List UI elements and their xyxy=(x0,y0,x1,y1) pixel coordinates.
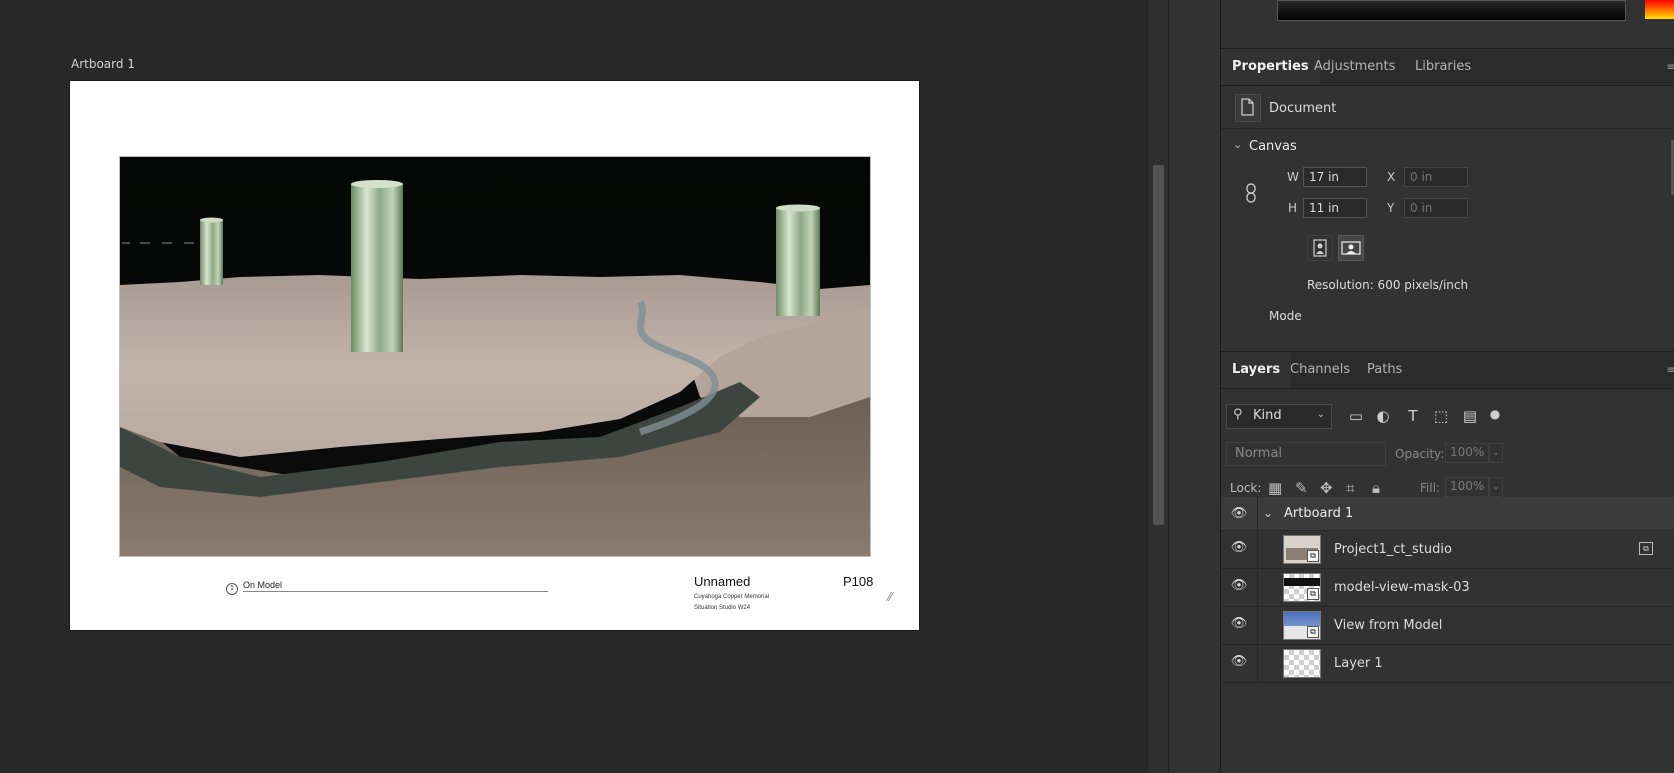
divider xyxy=(1257,645,1258,682)
landscape-orientation-button[interactable] xyxy=(1338,235,1364,261)
eye-icon[interactable]: 👁︎ xyxy=(1230,617,1248,631)
layer-row[interactable]: 👁︎ ⧉ Project1_ct_studio ⧉ xyxy=(1221,531,1674,569)
height-field[interactable] xyxy=(1303,198,1367,218)
panel-gutter xyxy=(1168,0,1221,773)
y-field[interactable] xyxy=(1404,198,1468,218)
layer-filter-row: ⚲ Kind ⌄ ▭ ◐ T ⬚ ▤ ● xyxy=(1221,404,1674,434)
chevron-down-icon: ⌄ xyxy=(1316,409,1325,420)
layer-thumbnail[interactable] xyxy=(1283,649,1321,678)
adjustment-layer-filter-icon[interactable]: ◐ xyxy=(1373,407,1393,425)
width-label: W xyxy=(1287,170,1299,184)
height-label: H xyxy=(1288,201,1298,215)
filter-kind-select[interactable]: ⚲ Kind ⌄ xyxy=(1226,404,1332,429)
mode-label: Mode xyxy=(1269,309,1302,323)
chevron-down-icon[interactable]: ⌄ xyxy=(1233,138,1242,151)
width-field[interactable] xyxy=(1303,167,1367,187)
divider xyxy=(1257,531,1258,568)
layer-row[interactable]: 👁︎ Layer 1 xyxy=(1221,645,1674,683)
canvas-section-heading[interactable]: Canvas xyxy=(1249,139,1297,154)
search-icon: ⚲ xyxy=(1233,407,1243,422)
smart-object-icon: ⧉ xyxy=(1307,550,1319,562)
tab-channels[interactable]: Channels xyxy=(1279,352,1361,388)
x-field[interactable] xyxy=(1404,167,1468,187)
smart-object-icon: ⧉ xyxy=(1307,588,1319,600)
blend-mode-select[interactable]: Normal xyxy=(1226,442,1386,466)
layer-thumbnail[interactable]: ⧉ xyxy=(1283,611,1321,640)
eye-icon[interactable]: 👁︎ xyxy=(1230,507,1248,521)
chevron-down-icon[interactable]: ⌄ xyxy=(1489,443,1503,463)
layer-name[interactable]: View from Model xyxy=(1334,618,1442,633)
lock-label: Lock: xyxy=(1230,481,1262,495)
eye-icon[interactable]: 👁︎ xyxy=(1230,579,1248,593)
smart-object-filter-icon[interactable]: ▤ xyxy=(1460,407,1480,425)
document-icon xyxy=(1235,94,1261,122)
view-title-label: On Model xyxy=(243,580,283,590)
project-name: Cuyahoga Copper Memorial xyxy=(694,594,770,600)
layer-name[interactable]: Project1_ct_studio xyxy=(1334,542,1452,557)
tab-libraries[interactable]: Libraries xyxy=(1404,49,1482,85)
blend-row: Normal Opacity: 100% ⌄ xyxy=(1221,442,1674,468)
chevron-down-icon[interactable]: ⌄ xyxy=(1489,477,1503,497)
y-label: Y xyxy=(1387,201,1395,215)
layer-thumbnail[interactable]: ⧉ xyxy=(1283,573,1321,602)
eye-icon[interactable]: 👁︎ xyxy=(1230,541,1248,555)
layer-row[interactable]: 👁︎ ⧉ model-view-mask-03 xyxy=(1221,569,1674,607)
tab-adjustments[interactable]: Adjustments xyxy=(1303,49,1406,85)
properties-tabbar: Properties Adjustments Libraries ≡ xyxy=(1221,48,1674,86)
fill-label: Fill: xyxy=(1420,481,1441,495)
lock-all-icon[interactable]: 🔒︎ xyxy=(1372,479,1380,497)
layer-name[interactable]: Layer 1 xyxy=(1334,656,1383,671)
lock-pixels-icon[interactable]: ✎ xyxy=(1295,479,1308,497)
shape-layer-filter-icon[interactable]: ⬚ xyxy=(1431,407,1451,425)
document-canvas[interactable]: Artboard 1 1 On Model Unnamed P108 Cuyah… xyxy=(0,0,1147,773)
model-render-image xyxy=(119,156,871,557)
panel-menu-icon[interactable]: ≡ xyxy=(1667,62,1674,73)
properties-document-row: Document xyxy=(1221,88,1674,129)
eye-icon[interactable]: 👁︎ xyxy=(1230,655,1248,669)
type-layer-filter-icon[interactable]: T xyxy=(1403,407,1423,425)
filter-kind-value: Kind xyxy=(1253,408,1282,423)
smart-object-icon: ⧉ xyxy=(1307,626,1319,638)
layer-row[interactable]: 👁︎ ⧉ View from Model xyxy=(1221,607,1674,645)
link-dimensions-icon[interactable] xyxy=(1244,183,1258,203)
layer-name[interactable]: model-view-mask-03 xyxy=(1334,580,1470,595)
layer-thumbnail[interactable]: ⧉ xyxy=(1283,535,1321,564)
color-picker-field[interactable] xyxy=(1277,0,1626,21)
divider xyxy=(1257,569,1258,606)
layer-group-artboard[interactable]: 👁︎ ⌄ Artboard 1 xyxy=(1221,497,1674,531)
tab-paths[interactable]: Paths xyxy=(1356,352,1413,388)
opacity-label: Opacity: xyxy=(1395,447,1445,461)
artboard-label[interactable]: Artboard 1 xyxy=(71,57,135,71)
lock-position-icon[interactable]: ✥ xyxy=(1320,479,1333,497)
divider xyxy=(1257,607,1258,644)
layers-tabbar: Layers Channels Paths ≡ xyxy=(1221,351,1674,389)
layers-menu-icon[interactable]: ≡ xyxy=(1667,365,1674,376)
document-label: Document xyxy=(1269,101,1337,116)
hue-slider[interactable] xyxy=(1645,0,1674,19)
sheet-number: P108 xyxy=(843,574,874,589)
layer-name[interactable]: Artboard 1 xyxy=(1284,506,1353,521)
chevron-down-icon[interactable]: ⌄ xyxy=(1263,506,1273,520)
right-panel: Properties Adjustments Libraries ≡ Docum… xyxy=(1220,0,1674,773)
resolution-text: Resolution: 600 pixels/inch xyxy=(1307,278,1469,292)
divider xyxy=(1257,497,1258,530)
linked-artboard-icon[interactable]: ⧉ xyxy=(1639,542,1653,555)
portrait-orientation-button[interactable] xyxy=(1307,235,1333,261)
fill-field[interactable]: 100% xyxy=(1445,477,1489,497)
studio-name: Situation Studio W24 xyxy=(694,605,751,611)
view-number-circle: 1 xyxy=(226,583,238,595)
canvas-vertical-scrollbar[interactable] xyxy=(1147,0,1169,773)
filter-toggle-icon[interactable]: ● xyxy=(1485,407,1505,421)
scrollbar-thumb[interactable] xyxy=(1153,165,1164,525)
x-label: X xyxy=(1387,170,1396,184)
view-title-underline xyxy=(243,591,548,592)
pixel-layer-filter-icon[interactable]: ▭ xyxy=(1346,407,1366,425)
lock-artboard-icon[interactable]: ⌗ xyxy=(1346,479,1354,497)
signature-mark: ⁄⁄ xyxy=(888,590,893,604)
opacity-field[interactable]: 100% xyxy=(1445,443,1489,463)
sheet-title: Unnamed xyxy=(694,574,751,589)
lock-transparent-icon[interactable]: ▦ xyxy=(1268,479,1282,497)
